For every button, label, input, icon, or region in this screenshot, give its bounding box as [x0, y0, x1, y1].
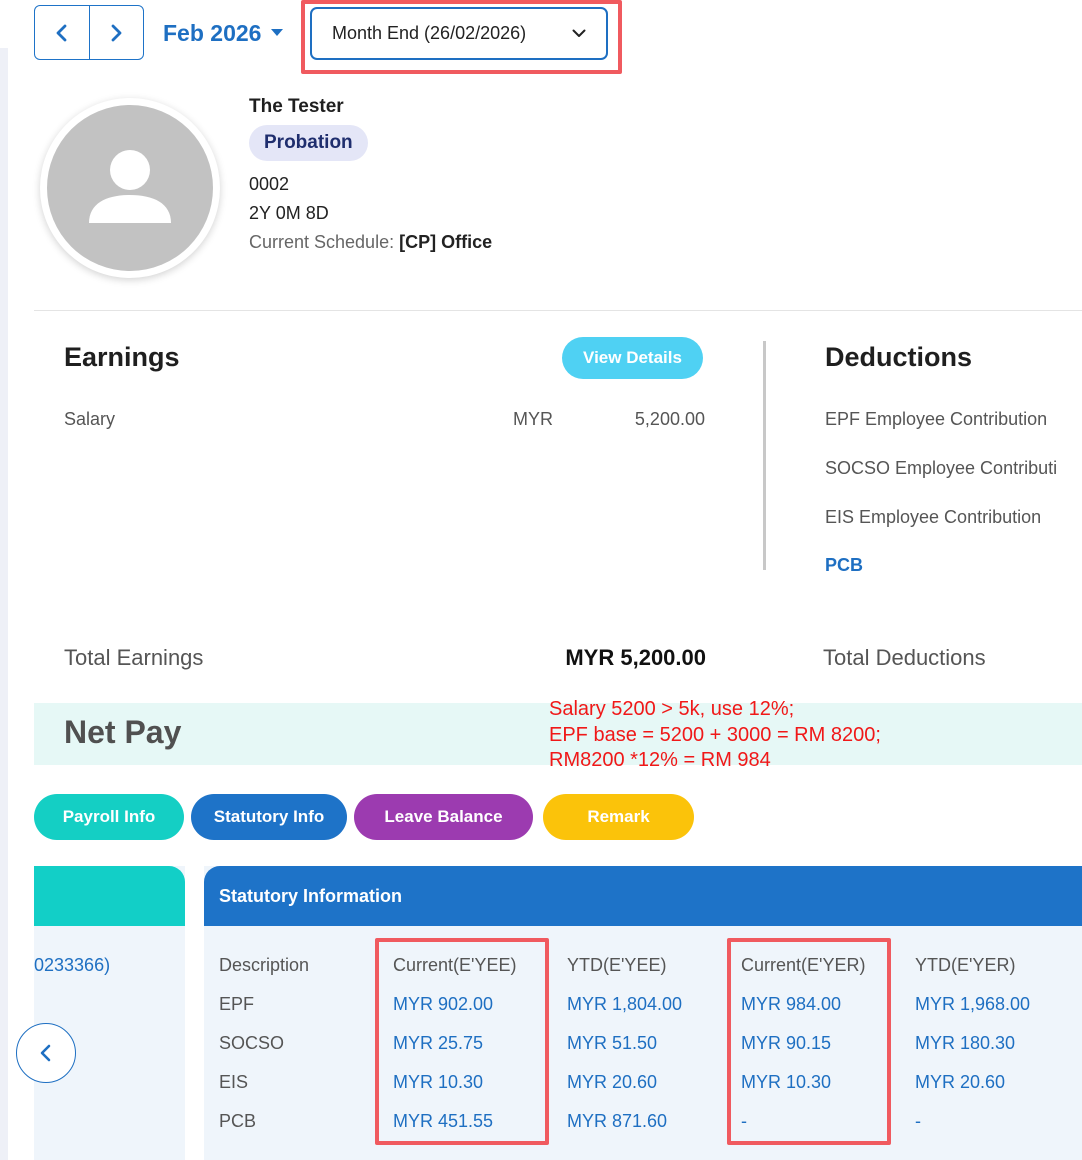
table-header-ytd-eyer: YTD(E'YER)	[915, 955, 1016, 975]
table-cell-value: MYR 871.60	[567, 1111, 668, 1131]
table-cell-description: EPF	[219, 994, 255, 1014]
next-period-button[interactable]	[88, 6, 144, 59]
tab-payroll-info[interactable]: Payroll Info	[34, 794, 184, 840]
annotation-line: EPF base = 5200 + 3000 = RM 8200;	[549, 723, 881, 746]
table-cell-value: MYR 10.30	[741, 1072, 832, 1092]
employee-tenure: 2Y 0M 8D	[249, 203, 329, 223]
view-details-button[interactable]: View Details	[562, 337, 703, 379]
pay-period-select[interactable]: Month End (26/02/2026)	[310, 7, 608, 60]
tab-statutory-info[interactable]: Statutory Info	[191, 794, 347, 840]
period-nav-group	[34, 5, 144, 60]
table-cell-value: MYR 1,968.00	[915, 994, 1031, 1014]
deduction-socso: SOCSO Employee Contributi	[825, 458, 1058, 478]
avatar	[40, 98, 220, 278]
deduction-pcb-link[interactable]: PCB	[825, 555, 863, 576]
chevron-right-icon	[111, 24, 122, 41]
status-badge: Probation	[249, 125, 368, 161]
table-cell-value: MYR 90.15	[741, 1033, 832, 1053]
table-cell-value: MYR 51.50	[567, 1033, 658, 1053]
earning-label-salary: Salary	[64, 409, 116, 429]
pay-period-value: Month End (26/02/2026)	[332, 23, 527, 43]
earnings-title: Earnings	[64, 342, 180, 372]
table-cell-description: EIS	[219, 1072, 249, 1092]
table-header-current-eyer: Current(E'YER)	[741, 955, 866, 975]
payroll-info-card-header	[34, 866, 185, 926]
deduction-epf: EPF Employee Contribution	[825, 409, 1048, 429]
profile-divider	[34, 310, 1082, 311]
net-pay-label: Net Pay	[64, 714, 182, 750]
table-cell-value: MYR 25.75	[393, 1033, 484, 1053]
chevron-down-icon	[572, 29, 586, 37]
annotation-note: Salary 5200 > 5k, use 12%; EPF base = 52…	[549, 697, 881, 774]
user-silhouette-icon	[89, 150, 171, 223]
earning-amount-salary: 5,200.00	[634, 409, 705, 429]
deductions-title: Deductions	[825, 342, 973, 372]
table-cell-value: MYR 451.55	[393, 1111, 494, 1131]
table-header-current-eyee: Current(E'YEE)	[393, 955, 517, 975]
earning-currency: MYR	[513, 409, 553, 429]
table-cell-value: -	[741, 1111, 747, 1131]
current-schedule: Current Schedule: [CP] Office	[249, 232, 492, 253]
employee-name: The Tester	[249, 96, 344, 117]
caret-down-icon	[271, 29, 284, 36]
collapse-panel-button[interactable]	[16, 1023, 76, 1083]
table-cell-value: MYR 20.60	[567, 1072, 658, 1092]
employee-number: 0002	[249, 174, 290, 194]
table-header-description: Description	[219, 955, 310, 975]
annotation-line: Salary 5200 > 5k, use 12%;	[549, 698, 795, 720]
chevron-left-icon	[40, 1044, 51, 1062]
chevron-left-icon	[56, 24, 67, 41]
deduction-eis: EIS Employee Contribution	[825, 507, 1042, 527]
table-header-ytd-eyee: YTD(E'YEE)	[567, 955, 667, 975]
table-cell-value: MYR 10.30	[393, 1072, 484, 1092]
table-cell-value: MYR 20.60	[915, 1072, 1006, 1092]
tab-remark[interactable]: Remark	[543, 794, 694, 840]
section-divider	[763, 341, 766, 570]
table-cell-value: MYR 1,804.00	[567, 994, 683, 1014]
table-cell-value: MYR 984.00	[741, 994, 842, 1014]
table-cell-value: MYR 902.00	[393, 994, 494, 1014]
month-label: Feb 2026	[163, 19, 262, 46]
month-picker[interactable]: Feb 2026	[163, 18, 284, 48]
prev-period-button[interactable]	[35, 6, 89, 59]
table-cell-value: -	[915, 1111, 921, 1131]
schedule-label: Current Schedule:	[249, 232, 395, 252]
page-left-edge	[0, 48, 8, 1160]
tab-leave-balance[interactable]: Leave Balance	[354, 794, 533, 840]
table-cell-description: SOCSO	[219, 1033, 285, 1053]
table-cell-description: PCB	[219, 1111, 257, 1131]
avatar-placeholder	[47, 105, 213, 271]
annotation-line: RM8200 *12% = RM 984	[549, 749, 771, 771]
payroll-info-value: 0233366)	[34, 955, 111, 975]
total-earnings-label: Total Earnings	[64, 645, 204, 670]
total-deductions-label: Total Deductions	[823, 645, 986, 670]
statutory-card-header: Statutory Information	[204, 866, 1082, 926]
schedule-value: [CP] Office	[399, 232, 493, 252]
table-cell-value: MYR 180.30	[915, 1033, 1016, 1053]
total-earnings-value: MYR 5,200.00	[565, 645, 706, 670]
